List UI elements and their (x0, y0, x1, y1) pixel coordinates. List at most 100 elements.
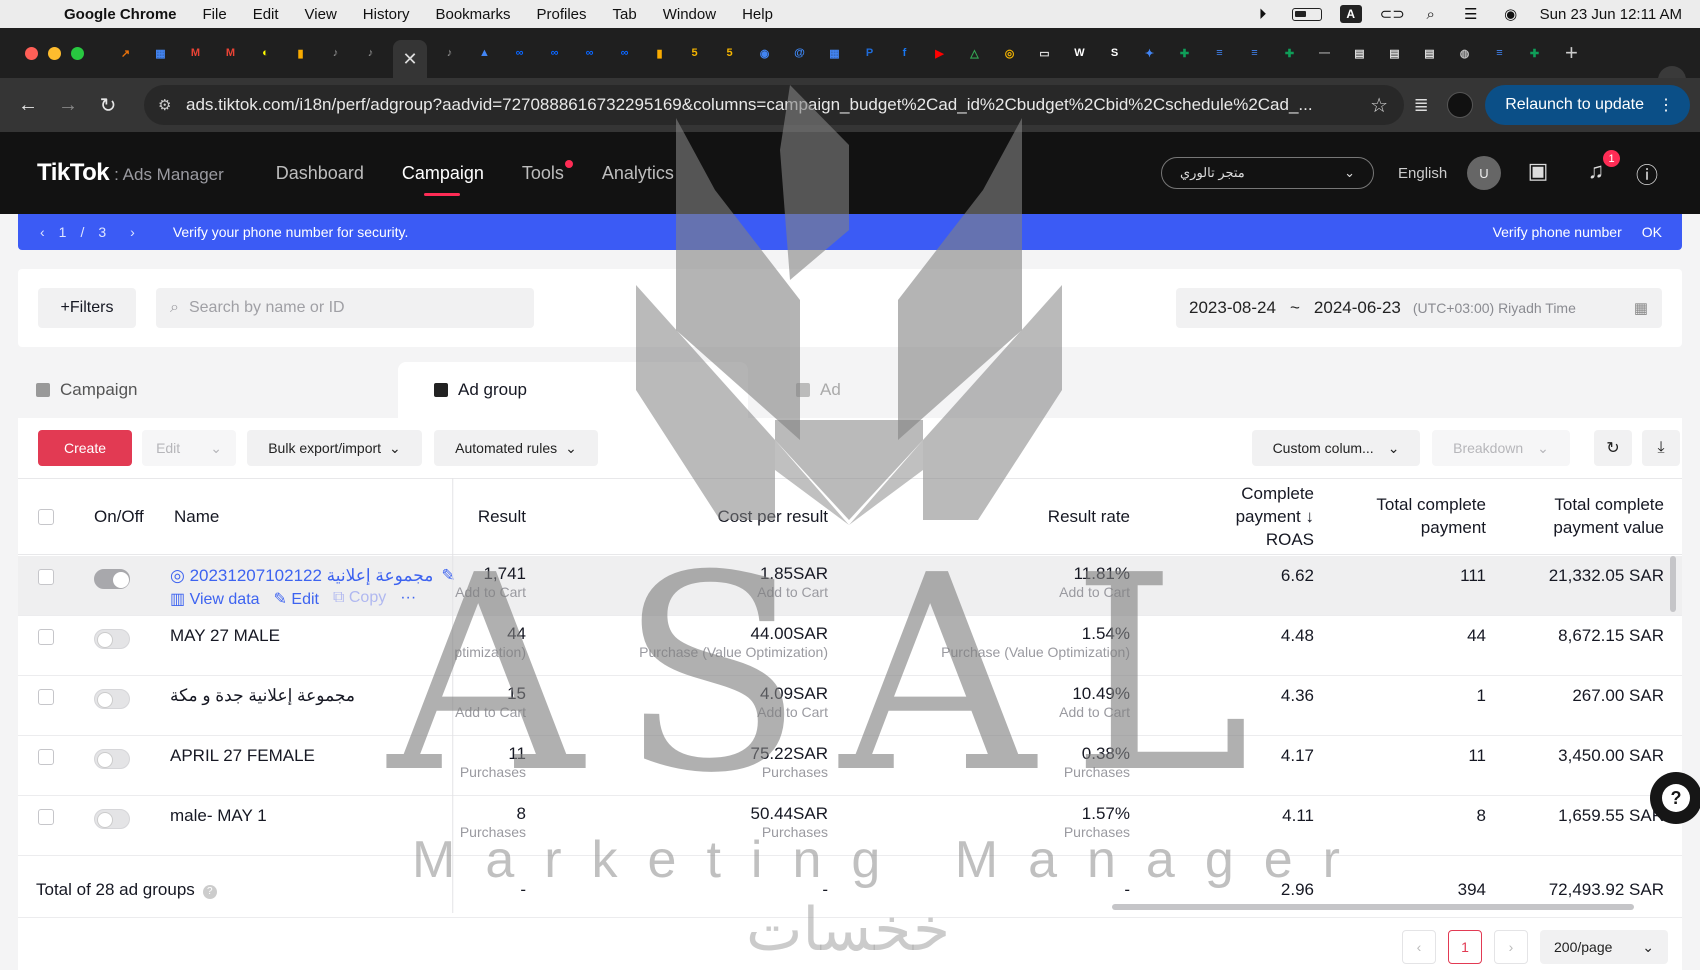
vertical-scrollbar[interactable] (1670, 556, 1676, 612)
th-name[interactable]: Name (174, 505, 219, 528)
store-tab-icon[interactable]: ▦ (148, 41, 173, 66)
meta-tab-icon[interactable]: ∞ (542, 41, 567, 66)
notice-next-icon[interactable]: › (130, 224, 135, 240)
tab-ad-group[interactable]: Ad group (398, 362, 748, 418)
battery-icon[interactable] (1291, 7, 1322, 21)
docs-tab-icon[interactable]: ≡ (1207, 41, 1232, 66)
row-checkbox[interactable] (38, 689, 54, 705)
snapchat-tab-icon[interactable]: ◐ (253, 41, 278, 66)
briefcase-icon[interactable]: ▣ (1523, 158, 1553, 184)
chrome-tab-icon[interactable]: ◎ (997, 41, 1022, 66)
account-selector[interactable]: متجر تالوري ⌄ (1161, 157, 1374, 189)
menu-tab[interactable]: Tab (613, 6, 637, 23)
search-icon[interactable]: ⌕ (1420, 6, 1442, 23)
filters-button[interactable]: +Filters (38, 288, 136, 328)
analytics-tab-icon[interactable]: ↗ (113, 41, 138, 66)
row-status-toggle[interactable] (94, 629, 130, 649)
reading-list-icon[interactable]: ≣ (1407, 95, 1435, 116)
breakdown-dropdown[interactable]: Breakdown ⌄ (1432, 430, 1570, 466)
row-status-toggle[interactable] (94, 749, 130, 769)
row-status-toggle[interactable] (94, 569, 130, 589)
nav-campaign[interactable]: Campaign (402, 158, 484, 196)
meta-tab-icon[interactable]: ∞ (507, 41, 532, 66)
facebook-tab-icon[interactable]: f (892, 41, 917, 66)
copy-link[interactable]: ⧉ Copy (333, 589, 386, 609)
gmail-tab-icon[interactable]: M (183, 41, 208, 66)
th-cost-per-result[interactable]: Cost per result (717, 505, 828, 528)
page-1-button[interactable]: 1 (1448, 930, 1482, 964)
inbox-tab-icon[interactable]: ▭ (1032, 41, 1057, 66)
page-tab-icon[interactable]: ▤ (1417, 41, 1442, 66)
menu-profiles[interactable]: Profiles (537, 6, 587, 23)
page-tab-icon[interactable]: ▤ (1382, 41, 1407, 66)
sheets-tab-icon[interactable]: ✚ (1277, 41, 1302, 66)
meta-tab-icon[interactable]: ∞ (577, 41, 602, 66)
menu-window[interactable]: Window (663, 6, 716, 23)
verify-phone-link[interactable]: Verify phone number (1493, 224, 1622, 240)
th-total-complete-payment-value[interactable]: Total complete payment value (1524, 493, 1664, 539)
th-roas[interactable]: Complete payment ↓ ROAS (1194, 482, 1314, 551)
menu-history[interactable]: History (363, 6, 410, 23)
relaunch-button[interactable]: Relaunch to update ⋮ (1485, 85, 1690, 125)
notice-ok-button[interactable]: OK (1642, 224, 1662, 240)
meta-tab-icon[interactable]: ∞ (612, 41, 637, 66)
tab-campaign[interactable]: Campaign (36, 362, 386, 418)
prev-page-button[interactable]: ‹ (1402, 930, 1436, 964)
kebab-menu-icon[interactable]: ⋮ (1658, 95, 1674, 115)
language-switch[interactable]: English (1398, 165, 1447, 182)
export-file-icon[interactable]: ⤓ (1642, 430, 1680, 466)
link-icon[interactable]: ⊂⊃ (1380, 5, 1405, 23)
docs-tab-icon[interactable]: ≡ (1487, 41, 1512, 66)
table-row[interactable]: MAY 27 MALE 44 ptimization) 44.00SAR Purchas… (18, 616, 1682, 676)
nav-dashboard[interactable]: Dashboard (276, 158, 364, 188)
sheets-tab-icon[interactable]: ✚ (1522, 41, 1547, 66)
row-name[interactable]: male- MAY 1 (170, 806, 267, 826)
five-tab-icon[interactable]: 5 (717, 41, 742, 66)
siri-icon[interactable]: ◉ (1500, 5, 1522, 23)
row-name[interactable]: APRIL 27 FEMALE (170, 746, 315, 766)
drive-tab-icon[interactable]: △ (962, 41, 987, 66)
sheets-tab-icon[interactable]: ✚ (1172, 41, 1197, 66)
bookmark-star-icon[interactable]: ☆ (1370, 93, 1388, 118)
bulk-export-import-dropdown[interactable]: Bulk export/import ⌄ (247, 430, 422, 466)
input-source-icon[interactable]: A (1339, 5, 1362, 23)
th-total-complete-payment[interactable]: Total complete payment (1346, 493, 1486, 539)
tab-ad[interactable]: Ad (796, 362, 1096, 418)
gmail-tab-icon[interactable]: M (218, 41, 243, 66)
new-tab-icon[interactable]: + (1565, 40, 1578, 66)
menu-help[interactable]: Help (742, 6, 773, 23)
seo-tab-icon[interactable]: S (1102, 41, 1127, 66)
table-row[interactable]: male- MAY 1 8 Purchases 50.44SAR Purchases 1.… (18, 796, 1682, 856)
bars-tab-icon[interactable]: ▮ (288, 41, 313, 66)
menu-clock[interactable]: Sun 23 Jun 12:11 AM (1540, 6, 1682, 23)
page-size-select[interactable]: 200/page ⌄ (1540, 930, 1668, 964)
table-row[interactable]: APRIL 27 FEMALE 11 Purchases 75.22SAR Purcha… (18, 736, 1682, 796)
tiktok-tab-icon[interactable]: ♪ (323, 41, 348, 66)
row-name[interactable]: ◎ مجموعة إعلانية 20231207102122 ✎ (170, 566, 456, 586)
th-result-rate[interactable]: Result rate (1048, 505, 1130, 528)
dash-tab-icon[interactable]: — (1312, 41, 1337, 66)
nav-analytics[interactable]: Analytics (602, 158, 674, 188)
store-tab-icon[interactable]: ▦ (822, 41, 847, 66)
row-checkbox[interactable] (38, 569, 54, 585)
notice-prev-icon[interactable]: ‹ (40, 224, 45, 240)
forward-icon[interactable]: → (48, 94, 88, 117)
row-status-toggle[interactable] (94, 809, 130, 829)
docs-tab-icon[interactable]: ≡ (1242, 41, 1267, 66)
wix-tab-icon[interactable]: W (1067, 41, 1092, 66)
address-bar[interactable]: ⚙ ads.tiktok.com/i18n/perf/adgroup?aadvi… (144, 85, 1404, 125)
bars-tab-icon[interactable]: ▮ (647, 41, 672, 66)
search-input[interactable]: ⌕ Search by name or ID (156, 288, 534, 328)
more-actions-icon[interactable]: ··· (400, 589, 416, 609)
edit-link[interactable]: ✎ Edit (274, 589, 319, 609)
page-tab-icon[interactable]: ▤ (1347, 41, 1372, 66)
th-result[interactable]: Result (478, 505, 526, 528)
table-row[interactable]: ◎ مجموعة إعلانية 20231207102122 ✎ ▥ View d… (18, 556, 1682, 616)
floating-help-button[interactable]: ? (1650, 772, 1700, 824)
play-icon[interactable]: ⏵ (1252, 6, 1274, 23)
zoom-window-button[interactable] (71, 46, 84, 60)
address-url[interactable]: ads.tiktok.com/i18n/perf/adgroup?aadvid=… (186, 95, 1366, 115)
menu-app-name[interactable]: Google Chrome (64, 6, 177, 23)
user-avatar[interactable]: U (1467, 156, 1501, 190)
minimize-window-button[interactable] (48, 46, 61, 60)
